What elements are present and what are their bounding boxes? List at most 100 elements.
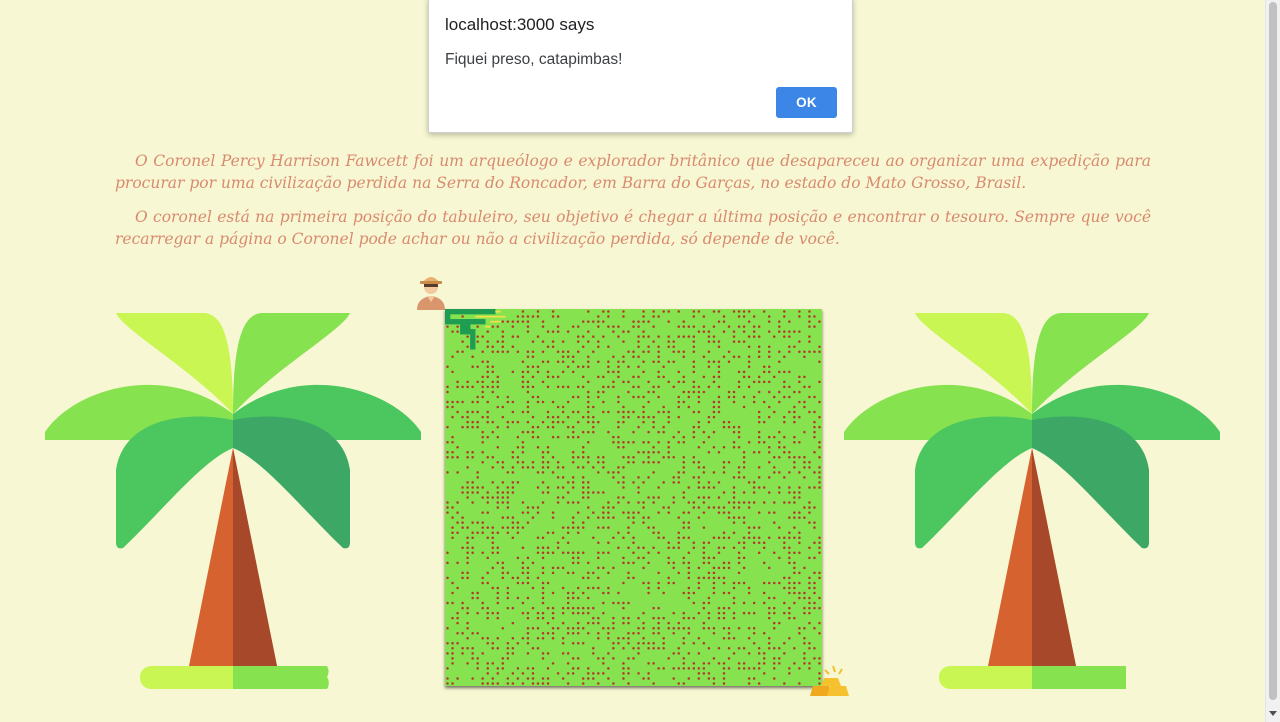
obstacle-cell <box>526 616 530 620</box>
obstacle-cell <box>516 445 520 449</box>
obstacle-cell <box>662 616 665 620</box>
obstacle-cell <box>727 637 731 640</box>
obstacle-cell <box>717 370 721 374</box>
obstacle-cell <box>466 571 469 575</box>
obstacle-cell <box>742 456 746 459</box>
obstacle-cell <box>732 601 736 605</box>
obstacle-cell <box>727 516 731 519</box>
obstacle-cell <box>521 561 525 565</box>
obstacle-cell <box>793 526 796 529</box>
path-cell <box>480 319 486 325</box>
obstacle-cell <box>516 581 520 585</box>
obstacle-cell <box>481 601 484 605</box>
obstacle-cell <box>551 606 555 610</box>
obstacle-cell <box>461 546 464 550</box>
obstacle-cell <box>622 310 625 313</box>
obstacle-cell <box>767 642 771 645</box>
obstacle-cell <box>647 526 650 529</box>
obstacle-cell <box>677 571 680 575</box>
obstacle-cell <box>707 571 711 575</box>
obstacle-cell <box>657 486 660 489</box>
obstacle-cell <box>762 440 766 444</box>
obstacle-cell <box>657 551 660 555</box>
obstacle-cell <box>561 621 565 625</box>
obstacle-cell <box>732 330 736 333</box>
obstacle-cell <box>722 626 726 630</box>
obstacle-cell <box>471 481 474 484</box>
obstacle-cell <box>767 330 771 333</box>
obstacle-cell <box>566 330 570 333</box>
obstacle-cell <box>491 365 494 369</box>
obstacle-cell <box>717 340 721 343</box>
vertical-scrollbar[interactable] <box>1265 0 1280 722</box>
obstacle-cell <box>742 375 746 379</box>
obstacle-cell <box>597 375 600 379</box>
obstacle-cell <box>581 491 585 494</box>
obstacle-cell <box>526 355 530 358</box>
obstacle-cell <box>732 491 736 494</box>
obstacle-cell <box>712 415 716 419</box>
obstacle-cell <box>757 345 761 348</box>
obstacle-cell <box>647 415 650 419</box>
obstacle-cell <box>597 456 600 459</box>
obstacle-cell <box>687 586 691 590</box>
obstacle-cell <box>592 616 595 620</box>
ok-button[interactable]: OK <box>776 87 837 118</box>
obstacle-cell <box>752 451 756 454</box>
obstacle-cell <box>506 586 510 590</box>
obstacle-cell <box>551 511 555 514</box>
obstacle-cell <box>767 345 771 348</box>
obstacle-cell <box>808 546 811 550</box>
obstacle-cell <box>466 536 469 539</box>
obstacle-cell <box>767 566 771 570</box>
obstacle-cell <box>697 395 701 399</box>
obstacle-cell <box>818 350 821 353</box>
obstacle-cell <box>561 677 565 680</box>
obstacle-cell <box>576 611 580 615</box>
obstacle-cell <box>501 657 505 660</box>
obstacle-cell <box>722 445 726 449</box>
obstacle-cell <box>491 420 494 424</box>
game-board[interactable] <box>445 309 822 686</box>
obstacle-cell <box>632 516 635 519</box>
obstacle-cell <box>587 586 590 590</box>
obstacle-cell <box>551 662 555 665</box>
obstacle-cell <box>682 325 686 328</box>
obstacle-cell <box>592 420 595 424</box>
obstacle-cell <box>682 611 686 615</box>
obstacle-cell <box>501 626 505 630</box>
scroll-down-arrow-icon[interactable] <box>1269 711 1277 716</box>
obstacle-cell <box>808 581 811 585</box>
obstacle-cell <box>476 400 479 404</box>
obstacle-cell <box>757 410 761 414</box>
intro-paragraph-2: O coronel está na primeira posição do ta… <box>115 208 1151 248</box>
obstacle-cell <box>778 440 781 444</box>
obstacle-cell <box>566 501 570 504</box>
scrollbar-thumb[interactable] <box>1269 2 1277 700</box>
obstacle-cell <box>456 400 459 404</box>
obstacle-cell <box>647 677 650 680</box>
obstacle-cell <box>757 486 761 489</box>
obstacle-cell <box>531 355 535 358</box>
obstacle-cell <box>516 315 520 318</box>
obstacle-cell <box>682 380 686 384</box>
obstacle-cell <box>491 586 494 590</box>
obstacle-cell <box>793 420 796 424</box>
obstacle-cell <box>622 466 625 469</box>
obstacle-cell <box>587 360 590 364</box>
obstacle-cell <box>451 591 454 595</box>
obstacle-cell <box>587 380 590 384</box>
obstacle-cell <box>546 491 550 494</box>
obstacle-cell <box>732 335 736 338</box>
path-cell <box>475 309 481 315</box>
obstacle-cell <box>526 466 530 469</box>
obstacle-cell <box>632 541 635 544</box>
obstacle-cell <box>677 350 680 353</box>
obstacle-cell <box>617 335 620 338</box>
obstacle-cell <box>612 682 615 685</box>
obstacle-cell <box>541 340 545 343</box>
obstacle-cell <box>652 682 655 685</box>
obstacle-cell <box>778 360 781 364</box>
obstacle-cell <box>778 647 781 650</box>
obstacle-cell <box>466 546 469 550</box>
